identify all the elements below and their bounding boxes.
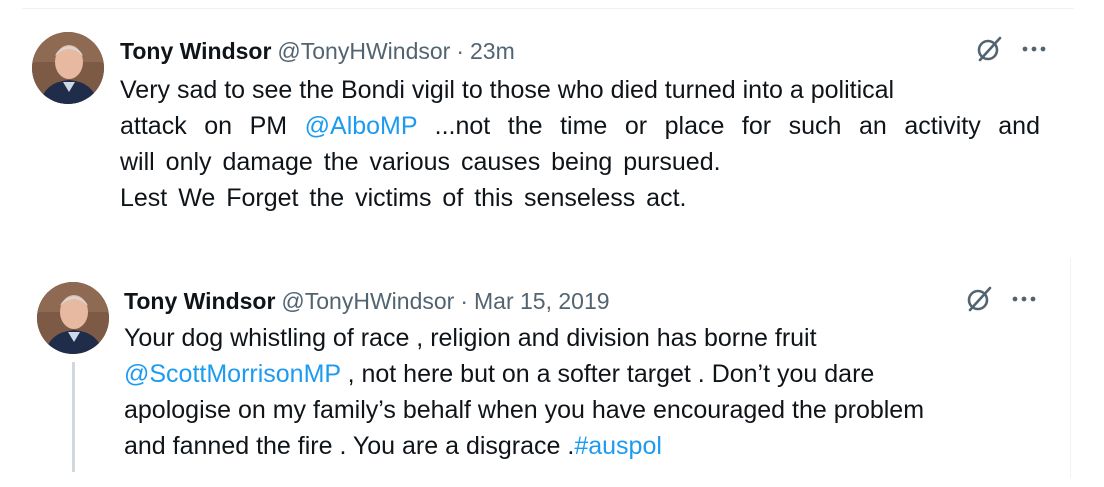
tweet-line: @ScottMorrisonMP , not here but on a sof… [124, 356, 1024, 392]
text-segment: Lest We Forget the victims of this sense… [120, 184, 687, 212]
tweet-line: Your dog whistling of race , religion an… [124, 320, 1024, 356]
grok-slash-icon[interactable] [974, 34, 1004, 64]
timestamp[interactable]: 23m [470, 38, 515, 65]
grok-slash-icon[interactable] [964, 284, 994, 314]
tweet-1[interactable]: Tony Windsor @TonyHWindsor · 23m Very sa… [0, 0, 1104, 240]
tweet-line: Very sad to see the Bondi vigil to those… [120, 72, 1040, 108]
tweet-line: apologise on my family’s behalf when you… [124, 392, 1024, 428]
hashtag-link[interactable]: #auspol [574, 432, 662, 460]
text-segment: apologise on my family’s behalf when you… [124, 396, 925, 424]
text-segment: and fanned the fire . You are a disgrace… [124, 432, 575, 460]
author-name[interactable]: Tony Windsor [120, 38, 271, 65]
author-handle[interactable]: @TonyHWindsor [281, 288, 454, 315]
text-segment: Your dog whistling of race , religion an… [124, 324, 817, 352]
text-segment: , not here but on a softer target . Don’… [340, 360, 875, 388]
more-horizontal-icon[interactable] [1022, 45, 1046, 53]
mention-link[interactable]: @ScottMorrisonMP [124, 360, 341, 388]
text-segment: ...not the time or place for such an act… [417, 112, 1040, 140]
tweet-line: and fanned the fire . You are a disgrace… [124, 428, 1024, 464]
separator-dot: · [456, 38, 464, 64]
more-horizontal-icon[interactable] [1012, 295, 1036, 303]
tweet-line: will only damage the various causes bein… [120, 144, 1040, 180]
text-segment: Very sad to see the Bondi vigil to those… [120, 76, 895, 104]
author-name[interactable]: Tony Windsor [124, 288, 275, 315]
tweet-2[interactable]: Tony Windsor @TonyHWindsor · Mar 15, 201… [0, 260, 1104, 487]
tweet-line: attack on PM @AlboMP ...not the time or … [120, 108, 1040, 144]
avatar[interactable] [37, 282, 109, 354]
tweet-text: Your dog whistling of race , religion an… [124, 320, 1024, 464]
text-segment: attack on PM [120, 112, 305, 140]
author-handle[interactable]: @TonyHWindsor [277, 38, 450, 65]
timestamp[interactable]: Mar 15, 2019 [474, 288, 610, 315]
tweet-line: Lest We Forget the victims of this sense… [120, 180, 1040, 216]
separator-dot: · [460, 288, 468, 314]
text-segment: will only damage the various causes bein… [120, 148, 721, 176]
avatar[interactable] [32, 32, 104, 104]
mention-link[interactable]: @AlboMP [305, 112, 417, 140]
tweet-text: Very sad to see the Bondi vigil to those… [120, 72, 1040, 216]
thread-connector-line [72, 362, 75, 472]
